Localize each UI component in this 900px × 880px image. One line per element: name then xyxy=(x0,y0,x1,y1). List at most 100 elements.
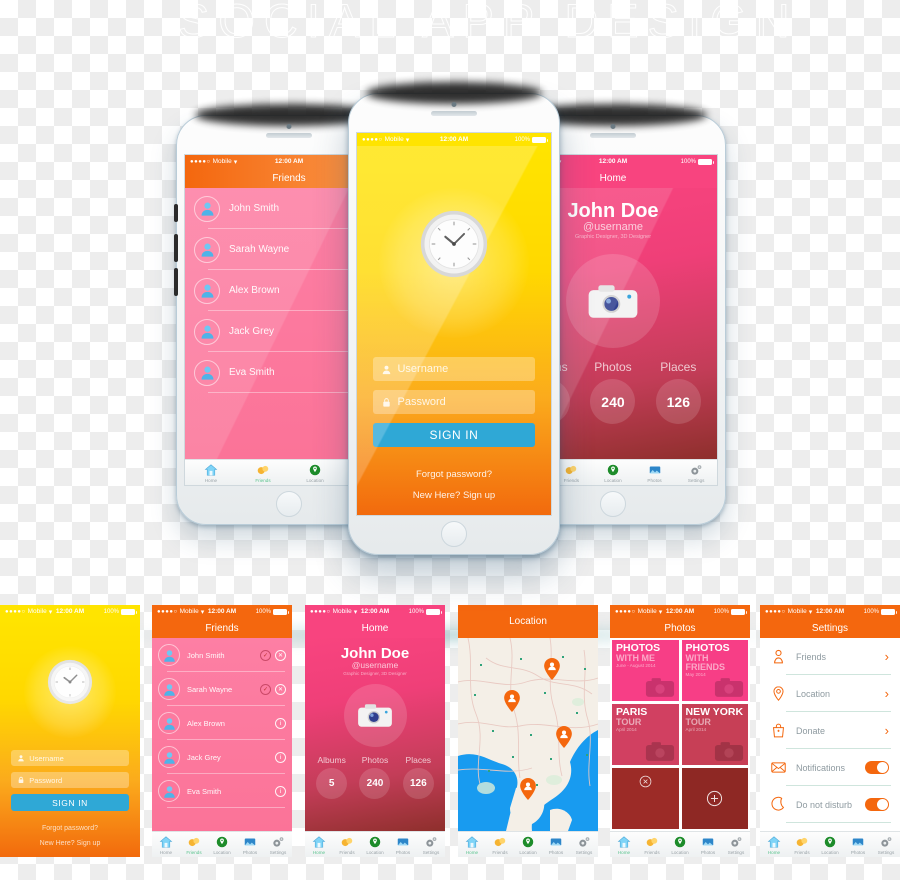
chevron-right-icon[interactable]: › xyxy=(885,649,889,664)
friend-row[interactable]: John Smith ✓ ✕ xyxy=(152,638,292,672)
tab-location[interactable]: Location xyxy=(361,835,389,855)
tab-friends[interactable]: Friends xyxy=(788,835,816,855)
tab-photos[interactable]: Photos xyxy=(694,835,722,855)
settings-row-notifications[interactable]: Notifications xyxy=(766,749,894,786)
tab-location[interactable]: Location xyxy=(666,835,694,855)
photo-tile[interactable]: PARIS TOUR April 2014 xyxy=(612,704,679,765)
friend-row[interactable]: Jack Grey i xyxy=(152,740,292,774)
tab-photos[interactable]: Photos xyxy=(236,835,264,855)
signup-link[interactable]: New Here? Sign up xyxy=(413,490,495,501)
stat-photos[interactable]: Photos 240 xyxy=(359,755,391,799)
tab-location[interactable]: Location xyxy=(208,835,236,855)
tab-bar[interactable]: Home Friends Location Photos Settings xyxy=(610,831,750,857)
map-view[interactable] xyxy=(458,638,598,831)
status-time: 12:00 AM xyxy=(815,608,845,615)
photo-tile-add[interactable] xyxy=(681,768,748,829)
friend-row[interactable]: Sarah Wayne ✓ ✕ xyxy=(152,672,292,706)
tab-home[interactable]: Home xyxy=(760,835,788,855)
tab-settings[interactable]: Settings xyxy=(722,835,750,855)
tab-location[interactable]: Location xyxy=(289,463,341,483)
tab-location[interactable]: Location xyxy=(514,835,542,855)
settings-row-friends[interactable]: Friends › xyxy=(766,638,894,675)
tab-photos[interactable]: Photos xyxy=(634,463,676,483)
map-pin-user-icon[interactable] xyxy=(520,778,536,800)
volume-up-button[interactable] xyxy=(174,234,178,262)
front-camera xyxy=(451,102,457,107)
info-icon[interactable]: i xyxy=(275,751,286,763)
decline-icon[interactable]: ✕ xyxy=(275,649,286,661)
tab-bar[interactable]: Home Friends Location Photos Settings xyxy=(152,831,292,857)
accept-icon[interactable]: ✓ xyxy=(260,649,271,661)
chevron-right-icon[interactable]: › xyxy=(885,686,889,701)
tab-home[interactable]: Home xyxy=(152,835,180,855)
tab-bar[interactable]: Home Friends Location Photos Settings xyxy=(458,831,598,857)
friend-row[interactable]: Eva Smith i xyxy=(152,774,292,808)
user-icon xyxy=(163,649,175,662)
tab-settings[interactable]: Settings xyxy=(264,835,292,855)
map-pin-user-icon[interactable] xyxy=(556,726,572,748)
profile-avatar[interactable] xyxy=(343,684,407,747)
accept-icon[interactable]: ✓ xyxy=(260,683,271,695)
password-input[interactable]: Password xyxy=(11,772,129,788)
tab-photos[interactable]: Photos xyxy=(844,835,872,855)
tab-home[interactable]: Home xyxy=(610,835,638,855)
volume-down-button[interactable] xyxy=(174,268,178,296)
photo-tile-delete[interactable] xyxy=(612,768,679,829)
do-not-disturb-toggle[interactable] xyxy=(865,798,889,811)
info-icon[interactable]: i xyxy=(275,717,286,729)
notifications-toggle[interactable] xyxy=(865,761,889,774)
tab-settings[interactable]: Settings xyxy=(675,463,717,483)
silent-switch[interactable] xyxy=(174,204,178,222)
map-pin-user-icon[interactable] xyxy=(504,690,520,712)
decline-icon[interactable]: ✕ xyxy=(275,683,286,695)
tab-friends[interactable]: Friends xyxy=(333,835,361,855)
tab-settings[interactable]: Settings xyxy=(570,835,598,855)
home-button[interactable] xyxy=(276,491,302,517)
location-pin-icon xyxy=(824,836,836,847)
settings-row-donate[interactable]: Donate › xyxy=(766,712,894,749)
chevron-right-icon[interactable]: › xyxy=(885,723,889,738)
friend-name: Alex Brown xyxy=(187,718,225,728)
tab-photos[interactable]: Photos xyxy=(389,835,417,855)
settings-row-location[interactable]: Location › xyxy=(766,675,894,712)
tab-photos[interactable]: Photos xyxy=(542,835,570,855)
tab-friends[interactable]: Friends xyxy=(180,835,208,855)
home-button[interactable] xyxy=(600,491,626,517)
tab-friends[interactable]: Friends xyxy=(237,463,289,483)
photo-tile[interactable]: PHOTOS WITH ME June - August 2014 xyxy=(612,640,679,701)
signin-button[interactable]: SIGN IN xyxy=(373,423,535,447)
username-input[interactable]: Username xyxy=(373,357,535,381)
tab-friends[interactable]: Friends xyxy=(486,835,514,855)
tab-home[interactable]: Home xyxy=(305,835,333,855)
friend-row[interactable]: Alex Brown i xyxy=(152,706,292,740)
tab-friends[interactable]: Friends xyxy=(638,835,666,855)
gear-icon xyxy=(579,836,590,847)
map-pin-user-icon[interactable] xyxy=(544,658,560,680)
pin-outline-icon xyxy=(773,686,784,701)
username-input[interactable]: Username xyxy=(11,750,129,766)
forgot-password-link[interactable]: Forgot password? xyxy=(416,469,492,480)
tab-settings[interactable]: Settings xyxy=(417,835,445,855)
tab-bar[interactable]: Home Friends Location Photos Settings xyxy=(760,831,900,857)
tab-home[interactable]: Home xyxy=(185,463,237,483)
forgot-password-link[interactable]: Forgot password? xyxy=(42,825,98,832)
signup-link[interactable]: New Here? Sign up xyxy=(40,840,101,847)
signin-button[interactable]: SIGN IN xyxy=(11,794,129,811)
battery-icon xyxy=(881,608,897,615)
tab-home[interactable]: Home xyxy=(458,835,486,855)
stat-places[interactable]: Places 126 xyxy=(402,755,434,799)
settings-row-do-not-disturb[interactable]: Do not disturb xyxy=(766,786,894,823)
tab-location[interactable]: Location xyxy=(816,835,844,855)
password-input[interactable]: Password xyxy=(373,390,535,414)
tab-settings[interactable]: Settings xyxy=(872,835,900,855)
photos-icon xyxy=(649,466,660,473)
stat-albums[interactable]: Albums 5 xyxy=(316,755,348,799)
info-icon[interactable]: i xyxy=(275,785,286,797)
tab-location[interactable]: Location xyxy=(592,463,634,483)
home-button[interactable] xyxy=(441,521,467,547)
tab-label: Home xyxy=(312,849,326,855)
photo-tile[interactable]: PHOTOS WITH FRIENDS May 2014 xyxy=(681,640,748,701)
photo-tile[interactable]: NEW YORK TOUR April 2014 xyxy=(681,704,748,765)
tab-bar[interactable]: Home Friends Location Photos Settings xyxy=(305,831,445,857)
friends-icon xyxy=(566,465,577,474)
